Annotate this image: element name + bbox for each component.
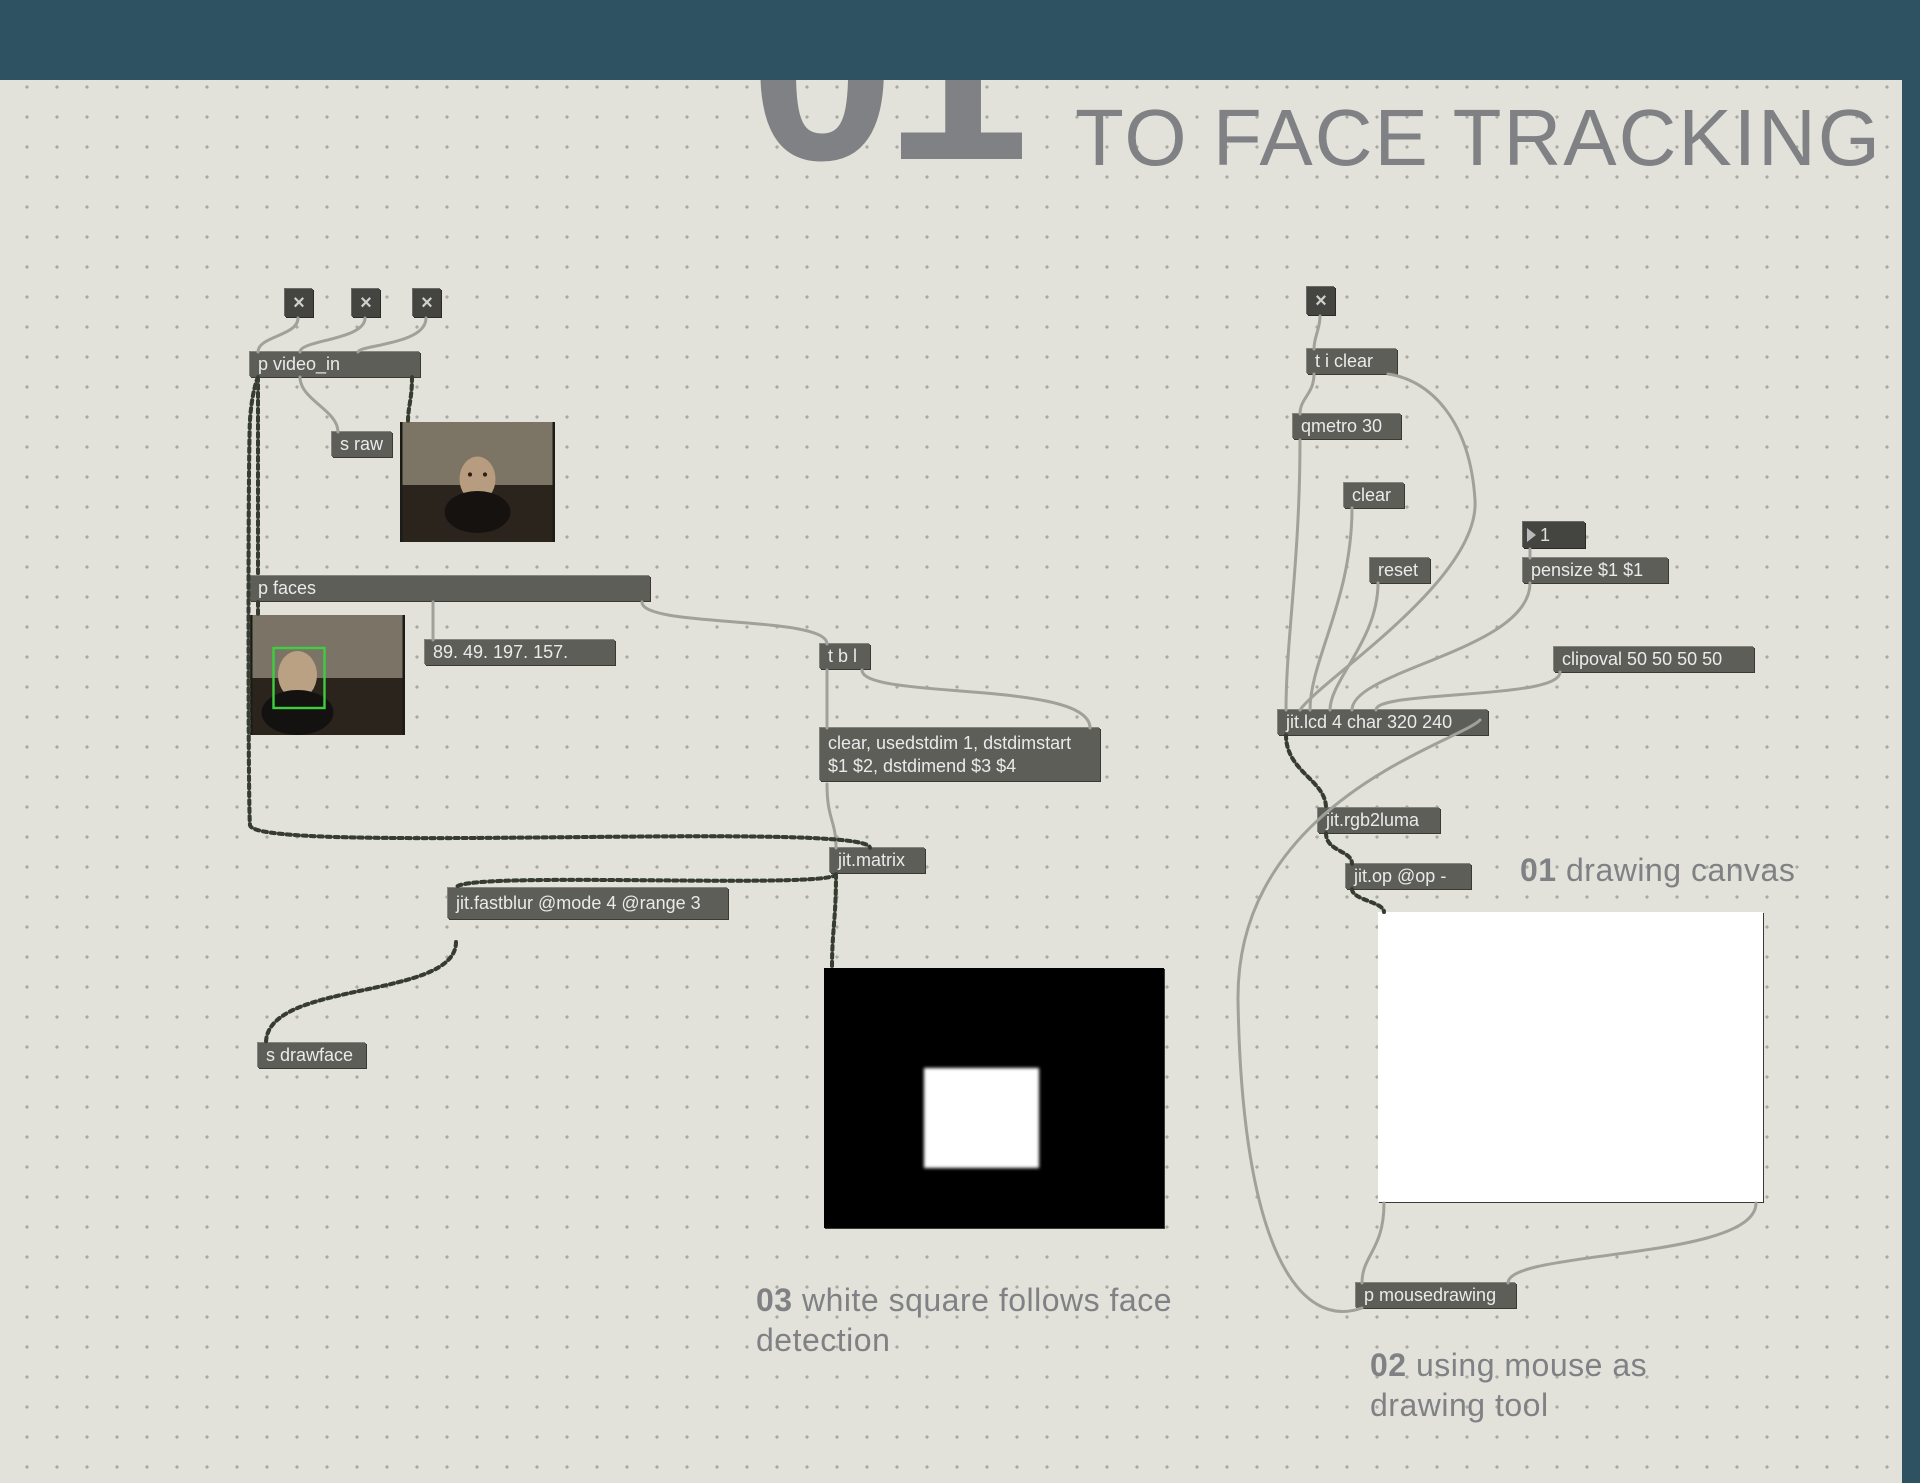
annotation-02: 02 using mouse as drawing tool: [1370, 1345, 1750, 1425]
jit-matrix[interactable]: jit.matrix: [830, 848, 925, 873]
jit-pwindow-mask[interactable]: [824, 968, 1164, 1228]
coords-message[interactable]: 89. 49. 197. 157.: [425, 640, 615, 665]
toggle-right[interactable]: ×: [1307, 287, 1335, 315]
pensize-numbox[interactable]: 1: [1523, 522, 1585, 548]
clear-msg[interactable]: clear: [1344, 483, 1404, 508]
jit-fastblur[interactable]: jit.fastblur @mode 4 @range 3: [448, 888, 728, 919]
qmetro[interactable]: qmetro 30: [1293, 414, 1401, 439]
pensize-msg[interactable]: pensize $1 $1: [1523, 558, 1668, 583]
p-faces[interactable]: p faces: [250, 576, 650, 601]
reset-msg[interactable]: reset: [1370, 558, 1430, 583]
p-video-in[interactable]: p video_in: [250, 352, 420, 377]
webcam-preview-1: [400, 422, 555, 542]
t-i-clear[interactable]: t i clear: [1307, 349, 1397, 374]
clear-usedstdim-message[interactable]: clear, usedstdim 1, dstdimstart $1 $2, d…: [820, 728, 1100, 781]
annotation-03: 03 white square follows face detection: [756, 1280, 1176, 1360]
webcam-preview-2: [250, 615, 405, 735]
p-mousedrawing[interactable]: p mousedrawing: [1356, 1283, 1516, 1308]
s-drawface[interactable]: s drawface: [258, 1043, 366, 1068]
toggle-1[interactable]: ×: [285, 289, 313, 317]
annotation-01: 01 drawing canvas: [1520, 850, 1880, 890]
toggle-3[interactable]: ×: [413, 289, 441, 317]
clipoval-msg[interactable]: clipoval 50 50 50 50: [1554, 647, 1754, 672]
jit-lcd[interactable]: jit.lcd 4 char 320 240: [1278, 710, 1488, 735]
patch-canvas: × × × p video_in s raw p faces 89. 49. 1…: [0, 0, 1920, 1483]
jit-op[interactable]: jit.op @op -: [1346, 864, 1471, 889]
s-raw[interactable]: s raw: [332, 432, 392, 457]
jit-pwindow-canvas[interactable]: [1378, 912, 1763, 1202]
jit-rgb2luma[interactable]: jit.rgb2luma: [1318, 808, 1440, 833]
toggle-2[interactable]: ×: [352, 289, 380, 317]
t-b-l[interactable]: t b l: [820, 644, 870, 669]
white-square: [924, 1068, 1039, 1168]
